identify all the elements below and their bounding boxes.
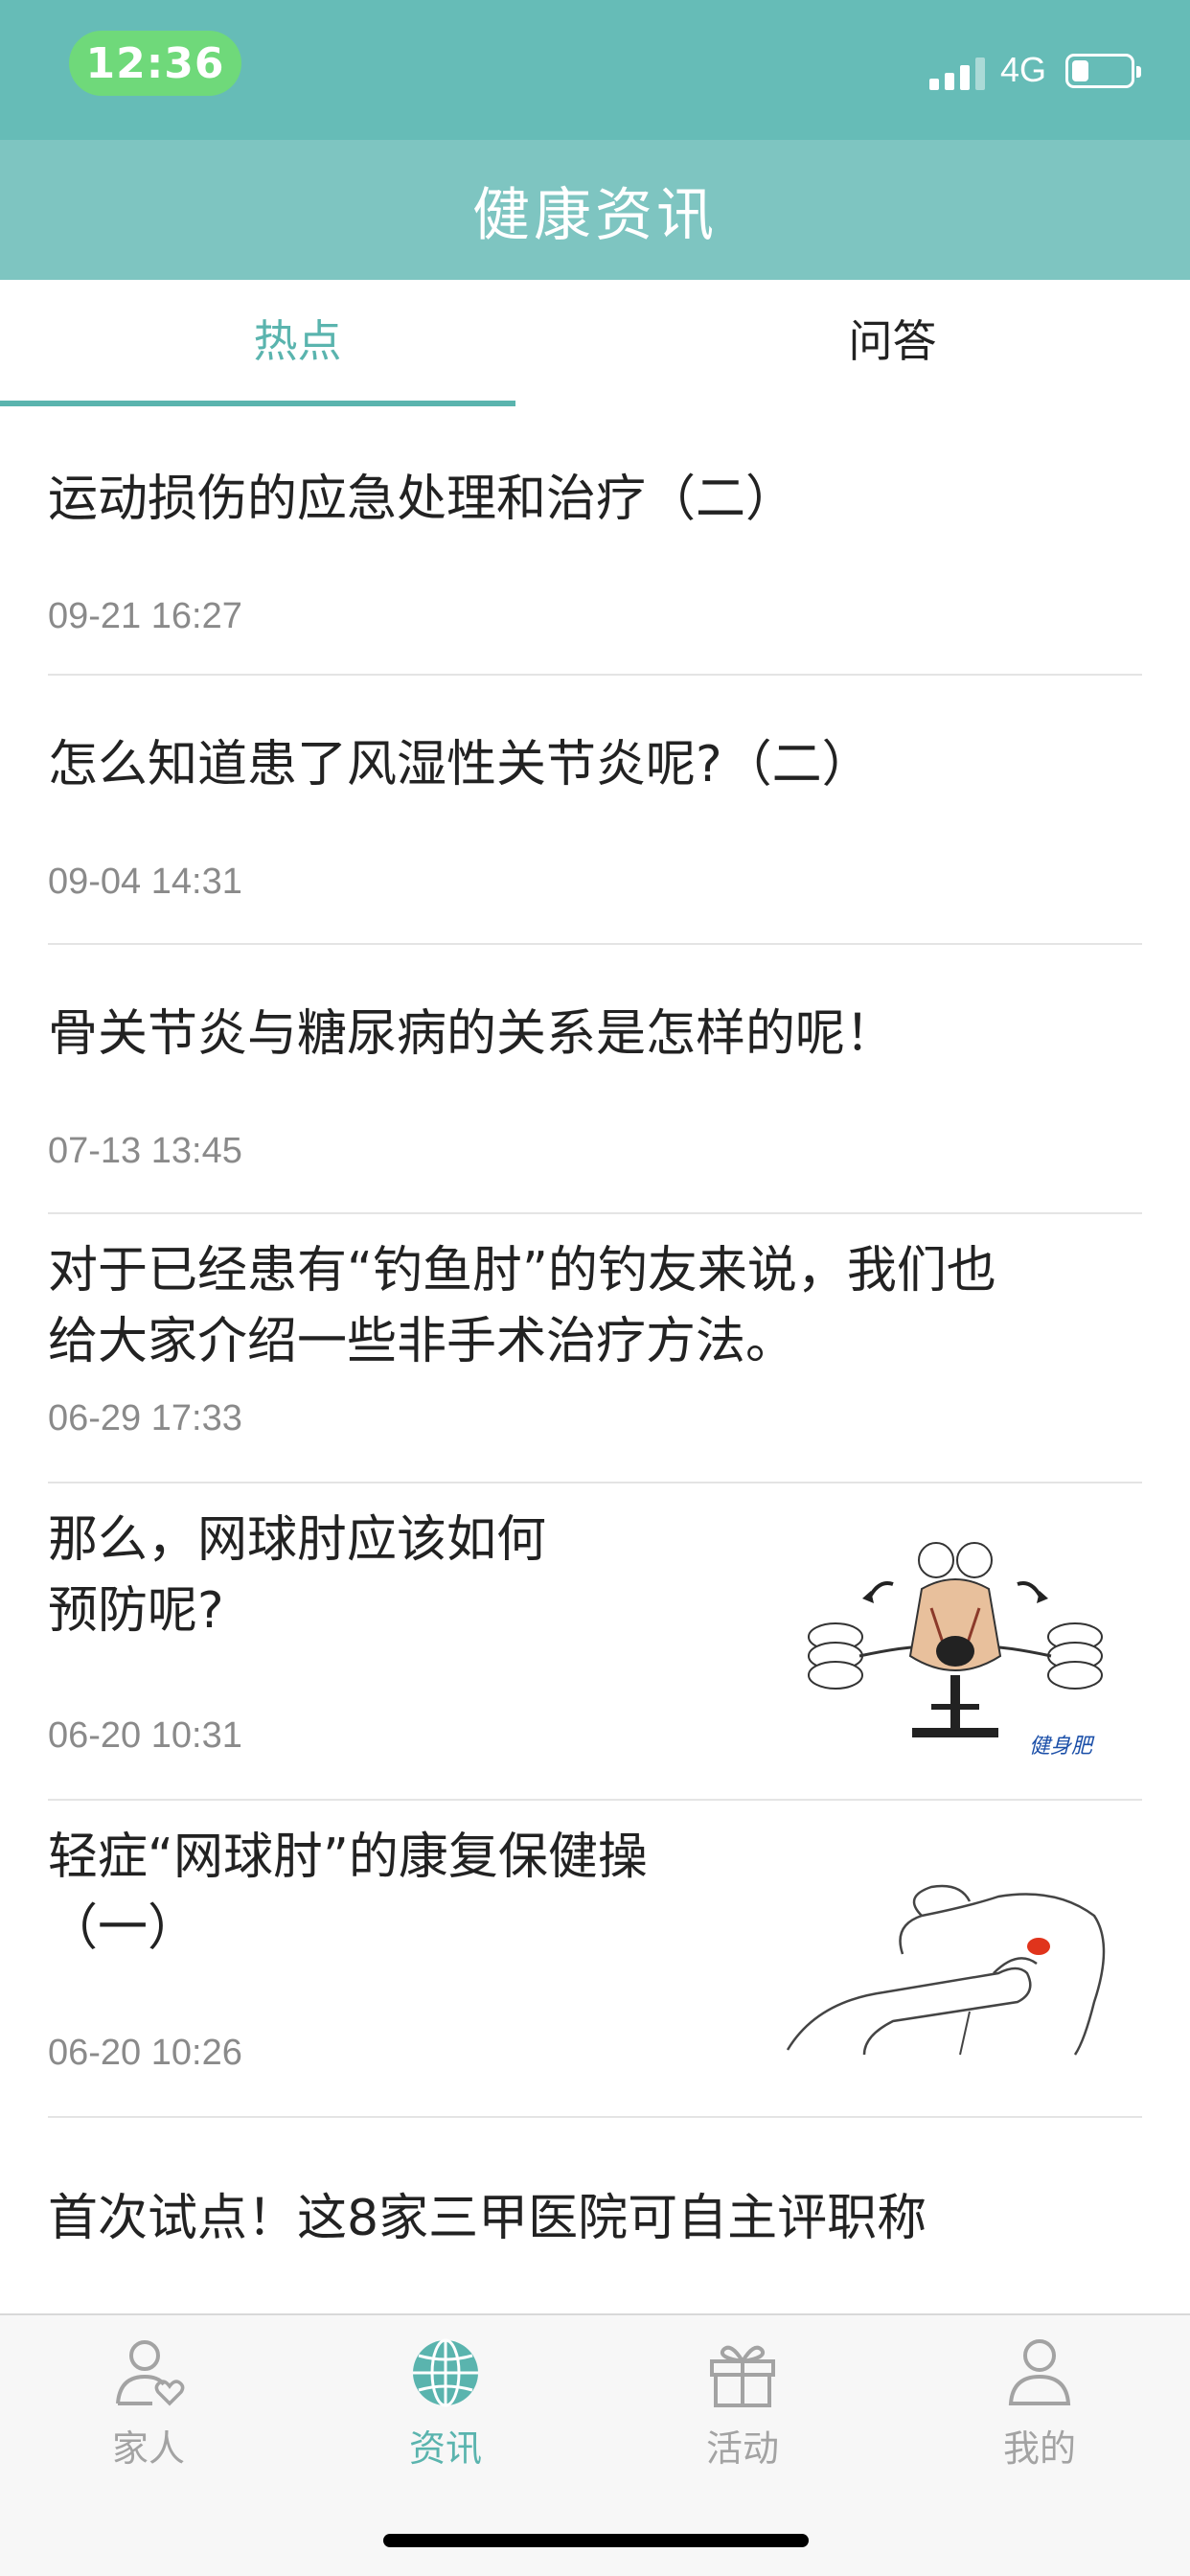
article-item[interactable]: 首次试点！这8家三甲医院可自主评职称 [48, 2118, 1142, 2290]
tab-bar-label: 资讯 [408, 2427, 482, 2470]
article-date: 09-04 14:31 [48, 862, 242, 902]
tab-bar-item-news[interactable]: 资讯 [297, 2334, 594, 2488]
navigation-bar: 健康资讯 [0, 140, 1190, 280]
tab-qa[interactable]: 问答 [595, 280, 1190, 406]
home-indicator[interactable] [383, 2534, 809, 2547]
article-title-line-2: （一） [48, 1899, 198, 1957]
article-title-line-1: 轻症“网球肘”的康复保健操 [48, 1828, 648, 1886]
globe-icon [413, 2338, 478, 2407]
tab-bar-label: 我的 [1002, 2427, 1076, 2470]
article-item[interactable]: 运动损伤的应急处理和治疗（二） 09-21 16:27 [48, 406, 1142, 676]
article-title: 首次试点！这8家三甲医院可自主评职称 [48, 2190, 927, 2247]
status-bar: 12:36 4G [0, 0, 1190, 140]
tab-hot[interactable]: 热点 [0, 280, 595, 406]
article-item[interactable]: 对于已经患有“钓鱼肘”的钓友来说，我们也 给大家介绍一些非手术治疗方法。 06-… [48, 1214, 1142, 1484]
gift-icon [710, 2345, 775, 2407]
article-date: 06-20 10:31 [48, 1715, 242, 1756]
article-title: 骨关节炎与糖尿病的关系是怎样的呢！ [48, 1005, 896, 1063]
article-date: 06-29 17:33 [48, 1398, 242, 1438]
article-item[interactable]: 骨关节炎与糖尿病的关系是怎样的呢！ 07-13 13:45 [48, 945, 1142, 1214]
article-title-line-2: 给大家介绍一些非手术治疗方法。 [48, 1313, 796, 1370]
article-item[interactable]: 轻症“网球肘”的康复保健操 （一） 06-20 10:26 [48, 1801, 1142, 2118]
article-title: 运动损伤的应急处理和治疗（二） [48, 471, 796, 528]
cellular-signal-icon [929, 58, 989, 90]
segment-tabs: 热点 问答 [0, 280, 1190, 406]
battery-level [1072, 60, 1088, 81]
article-date: 07-13 13:45 [48, 1131, 242, 1171]
article-date: 09-21 16:27 [48, 596, 242, 636]
article-title-line-1: 对于已经患有“钓鱼肘”的钓友来说，我们也 [48, 1242, 996, 1300]
tab-bar-item-activity[interactable]: 活动 [594, 2334, 891, 2488]
elbow-illustration-thumbnail [786, 1884, 1106, 2056]
article-list[interactable]: 运动损伤的应急处理和治疗（二） 09-21 16:27 怎么知道患了风湿性关节炎… [0, 406, 1190, 2313]
article-item[interactable]: 那么，网球肘应该如何 预防呢? 06-20 10:31 健身肥 [48, 1484, 1142, 1801]
tab-bar-label: 活动 [705, 2427, 779, 2470]
status-time: 12:36 [69, 31, 241, 96]
thumbnail-watermark: 健身肥 [1028, 1735, 1092, 1759]
article-title-line-2: 预防呢? [48, 1582, 224, 1640]
profile-icon [1008, 2339, 1071, 2405]
tab-bar-item-family[interactable]: 家人 [0, 2334, 297, 2488]
article-title-line-1: 那么，网球肘应该如何 [48, 1511, 547, 1569]
article-date: 06-20 10:26 [48, 2033, 242, 2073]
battery-icon [1065, 54, 1141, 88]
tab-bar-item-mine[interactable]: 我的 [891, 2334, 1188, 2488]
page-title: 健康资讯 [472, 181, 718, 249]
network-type: 4G [1000, 50, 1047, 89]
article-title: 怎么知道患了风湿性关节炎呢?（二） [48, 736, 872, 794]
article-item[interactable]: 怎么知道患了风湿性关节炎呢?（二） 09-04 14:31 [48, 676, 1142, 945]
tab-bar-label: 家人 [111, 2427, 185, 2470]
family-person-heart-icon [116, 2340, 185, 2406]
